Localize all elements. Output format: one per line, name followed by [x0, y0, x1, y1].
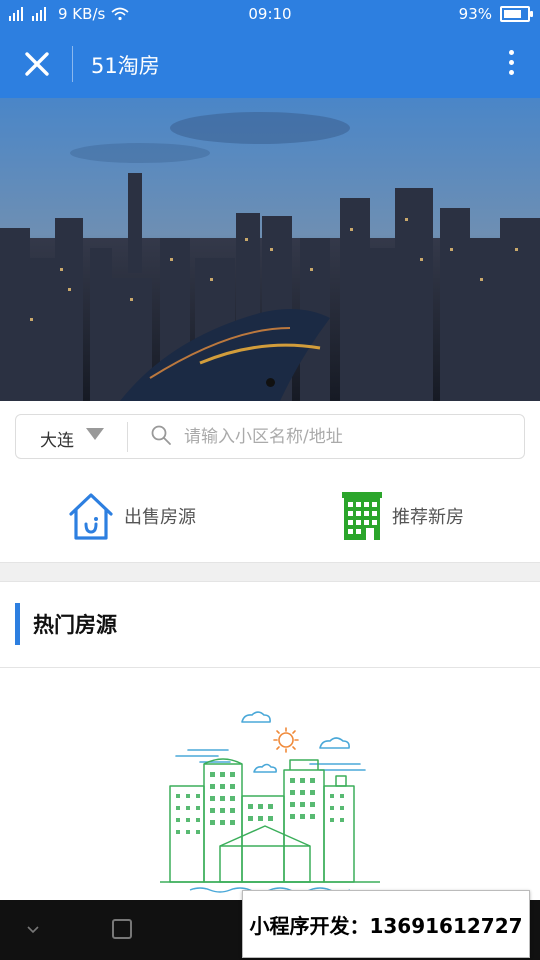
close-icon[interactable] — [18, 45, 56, 83]
search-input[interactable] — [182, 421, 516, 453]
section-gap — [0, 562, 540, 582]
carousel-dots — [0, 378, 540, 387]
quick-links: 出售房源 推荐新房 — [0, 470, 540, 562]
caret-down-icon — [86, 428, 104, 440]
battery-icon — [500, 6, 533, 22]
search-icon — [151, 425, 171, 445]
city-skyline-image — [0, 98, 540, 401]
city-illustration — [160, 711, 380, 893]
promo-banner: 小程序开发：13691612727 — [242, 890, 530, 958]
sell-listings-link[interactable]: 出售房源 — [66, 490, 196, 542]
sell-listings-label: 出售房源 — [124, 507, 196, 528]
banner-carousel[interactable] — [0, 98, 540, 401]
chevron-down-icon[interactable] — [24, 920, 42, 938]
battery-percent: 93% — [458, 5, 492, 23]
search-divider — [127, 422, 128, 452]
more-vertical-icon[interactable] — [504, 46, 518, 82]
title-bar: 51淘房 — [0, 30, 540, 98]
status-right: 93% — [458, 5, 533, 23]
house-icon — [69, 493, 113, 540]
new-homes-link[interactable]: 推荐新房 — [340, 490, 464, 542]
promo-text: 小程序开发：13691612727 — [249, 913, 523, 938]
section-accent-bar — [15, 603, 20, 645]
section-header: 热门房源 — [0, 581, 540, 668]
status-bar: 9 KB/s 09:10 93% — [0, 0, 540, 30]
square-icon[interactable] — [112, 919, 132, 939]
search-bar: 大连 — [15, 414, 525, 459]
city-label: 大连 — [40, 431, 74, 451]
city-selector[interactable]: 大连 — [16, 415, 126, 458]
carousel-dot-active[interactable] — [265, 378, 275, 387]
building-icon — [342, 492, 382, 540]
section-title: 热门房源 — [33, 613, 117, 637]
page-title: 51淘房 — [91, 54, 160, 78]
title-divider — [72, 46, 73, 82]
new-homes-label: 推荐新房 — [392, 507, 464, 528]
